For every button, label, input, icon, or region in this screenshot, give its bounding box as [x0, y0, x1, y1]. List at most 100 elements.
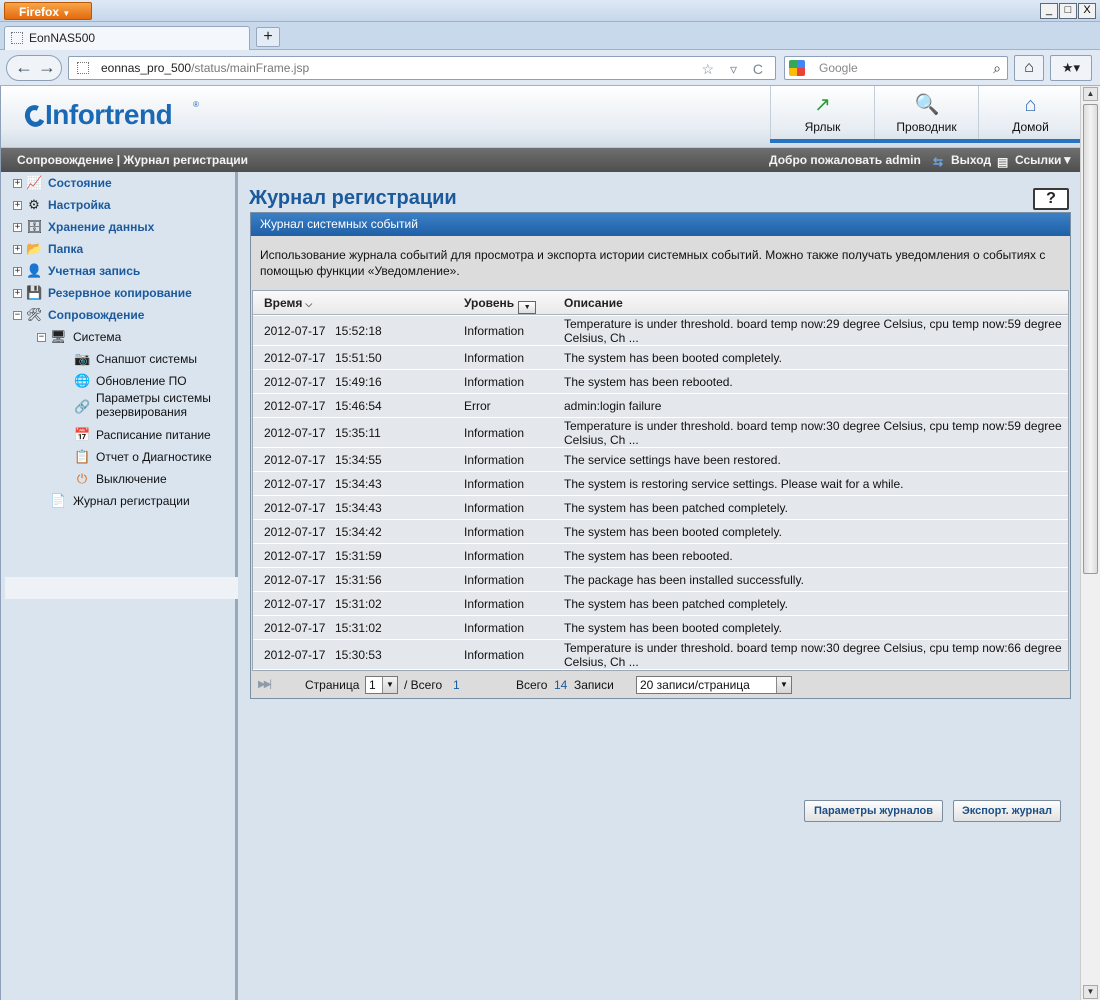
- vertical-scrollbar[interactable]: ▲ ▼: [1080, 86, 1100, 1000]
- user-icon: 👤: [26, 263, 43, 278]
- row-description: The system has been patched completely.: [564, 597, 788, 611]
- sidebar-item-settings[interactable]: + ⚙ Настройка: [1, 195, 237, 215]
- expand-icon[interactable]: +: [13, 179, 22, 188]
- expand-icon[interactable]: +: [13, 223, 22, 232]
- row-level: Information: [464, 477, 525, 491]
- table-row[interactable]: 2012-07-17 15:34:43 Information The system …: [253, 472, 1068, 496]
- table-row[interactable]: 2012-07-17 15:46:54 Error admin:login failu…: [253, 394, 1068, 418]
- expand-icon[interactable]: +: [13, 201, 22, 210]
- row-date: 2012-07-17: [264, 597, 326, 611]
- scroll-down-icon[interactable]: ▼: [1083, 985, 1098, 999]
- scroll-up-icon[interactable]: ▲: [1083, 87, 1098, 101]
- explorer-button[interactable]: 🔍 Проводник: [874, 86, 978, 140]
- table-row[interactable]: 2012-07-17 15:34:55 Information The service…: [253, 448, 1068, 472]
- row-time: 15:34:42: [335, 525, 382, 539]
- table-row[interactable]: 2012-07-17 15:31:59 Information The system …: [253, 544, 1068, 568]
- browser-tab[interactable]: EonNAS500: [4, 26, 250, 50]
- logout-link[interactable]: ⇆ Выход: [933, 148, 991, 172]
- shortcut-icon: ↗: [814, 94, 831, 116]
- table-row[interactable]: 2012-07-17 15:30:53 Information Temperature…: [253, 640, 1068, 670]
- breadcrumb: Сопровождение | Журнал регистрации: [17, 153, 249, 167]
- home-icon[interactable]: ⌂: [1014, 55, 1044, 81]
- table-row[interactable]: 2012-07-17 15:34:42 Information The system …: [253, 520, 1068, 544]
- sidebar-item-backup[interactable]: + 💾 Резервное копирование: [1, 283, 237, 303]
- sidebar-item-diagnostics[interactable]: 📋 Отчет о Диагностике: [1, 447, 237, 467]
- search-icon[interactable]: ⌕: [993, 57, 1001, 79]
- sidebar-item-status[interactable]: + 📈 Состояние: [1, 173, 237, 193]
- column-header-time[interactable]: Время ⌵: [264, 291, 312, 316]
- table-row[interactable]: 2012-07-17 15:49:16 Information The system …: [253, 370, 1068, 394]
- sidebar-item-account[interactable]: + 👤 Учетная запись: [1, 261, 237, 281]
- chart-icon: 📈: [26, 175, 43, 190]
- expand-icon[interactable]: +: [13, 267, 22, 276]
- logout-label: Выход: [951, 153, 992, 167]
- expand-icon[interactable]: +: [13, 245, 22, 254]
- sidebar-item-label: Расписание питание: [96, 428, 211, 442]
- export-log-button[interactable]: Экспорт. журнал: [953, 800, 1061, 822]
- sidebar-item-label-line2: резервирования: [96, 405, 187, 419]
- row-date: 2012-07-17: [264, 648, 326, 662]
- row-date: 2012-07-17: [264, 621, 326, 635]
- row-time: 15:52:18: [335, 324, 382, 338]
- table-row[interactable]: 2012-07-17 15:31:02 Information The system …: [253, 592, 1068, 616]
- tab-strip: EonNAS500 +: [0, 22, 1100, 50]
- document-icon: ▤: [997, 155, 1009, 169]
- firefox-menu-button[interactable]: Firefox ▼: [4, 2, 92, 20]
- table-row[interactable]: 2012-07-17 15:35:11 Information Temperature…: [253, 418, 1068, 448]
- home-button[interactable]: ⌂ Домой: [978, 86, 1080, 140]
- collapse-icon[interactable]: −: [13, 311, 22, 320]
- back-forward-buttons[interactable]: ← →: [6, 55, 62, 81]
- url-bar-tools[interactable]: ☆ ▿ C: [702, 58, 769, 80]
- row-time: 15:49:16: [335, 375, 382, 389]
- minimize-button[interactable]: _: [1040, 3, 1058, 19]
- row-description: The system is restoring service settings…: [564, 477, 904, 491]
- sidebar-item-shutdown[interactable]: ⏻ Выключение: [1, 469, 237, 489]
- table-header: Время ⌵ Уровень ▼ Описание: [253, 291, 1068, 315]
- links-menu[interactable]: ▤ Ссылки▼: [997, 148, 1073, 172]
- page-label: Страница: [305, 678, 360, 692]
- sidebar-item-system[interactable]: − 🖥 Система: [1, 327, 237, 347]
- sidebar-item-power-schedule[interactable]: 📅 Расписание питание: [1, 425, 237, 445]
- table-row[interactable]: 2012-07-17 15:31:56 Information The package…: [253, 568, 1068, 592]
- sidebar-item-folder[interactable]: + 📂 Папка: [1, 239, 237, 259]
- row-date: 2012-07-17: [264, 573, 326, 587]
- log-document-icon: 📄: [50, 493, 67, 508]
- row-description: Temperature is under threshold. board te…: [564, 641, 1062, 669]
- breadcrumb-bar: Сопровождение | Журнал регистрации Добро…: [1, 148, 1080, 172]
- table-row[interactable]: 2012-07-17 15:34:43 Information The system …: [253, 496, 1068, 520]
- help-button[interactable]: ?: [1033, 188, 1069, 210]
- expand-icon[interactable]: +: [13, 289, 22, 298]
- sidebar-item-maintenance[interactable]: − 🛠 Сопровождение: [1, 305, 237, 325]
- sidebar-item-storage[interactable]: + 🗄 Хранение данных: [1, 217, 237, 237]
- header-accent-strip: [770, 139, 1080, 143]
- row-description: The system has been booted completely.: [564, 525, 782, 539]
- shortcut-button[interactable]: ↗ Ярлык: [770, 86, 874, 140]
- scrollbar-thumb[interactable]: [1083, 104, 1098, 574]
- per-page-select[interactable]: 20 записи/страница ▼: [636, 676, 792, 694]
- table-row[interactable]: 2012-07-17 15:31:02 Information The system …: [253, 616, 1068, 640]
- table-row[interactable]: 2012-07-17 15:52:18 Information Temperature…: [253, 316, 1068, 346]
- search-input[interactable]: Google ⌕: [784, 56, 1008, 80]
- log-settings-button[interactable]: Параметры журналов: [804, 800, 943, 822]
- explorer-icon: 🔍: [914, 94, 940, 116]
- new-tab-button[interactable]: +: [256, 27, 280, 47]
- close-button[interactable]: X: [1078, 3, 1096, 19]
- tab-title: EonNAS500: [29, 31, 96, 45]
- row-time: 15:34:55: [335, 453, 382, 467]
- google-icon[interactable]: [789, 60, 805, 76]
- bookmarks-icon[interactable]: ★▾: [1050, 55, 1092, 81]
- sidebar-item-backup-params[interactable]: 🔗 Параметры системы резервирования: [1, 391, 237, 425]
- row-time: 15:31:02: [335, 597, 382, 611]
- page-select[interactable]: 1 ▼: [365, 676, 398, 694]
- url-bar[interactable]: eonnas_pro_500/status/mainFrame.jsp ☆ ▿ …: [68, 56, 776, 80]
- sidebar-item-snapshot[interactable]: 📷 Снапшот системы: [1, 349, 237, 369]
- sidebar-item-system-log[interactable]: 📄 Журнал регистрации: [1, 491, 237, 511]
- collapse-icon[interactable]: −: [37, 333, 46, 342]
- table-row[interactable]: 2012-07-17 15:51:50 Information The system …: [253, 346, 1068, 370]
- row-time: 15:51:50: [335, 351, 382, 365]
- last-page-icon[interactable]: ▶▶|: [258, 673, 272, 697]
- filter-dropdown-icon[interactable]: ▼: [518, 301, 537, 314]
- maximize-button[interactable]: □: [1059, 3, 1077, 19]
- sidebar-item-label: Система: [73, 330, 122, 344]
- page-select-value: 1: [369, 678, 376, 692]
